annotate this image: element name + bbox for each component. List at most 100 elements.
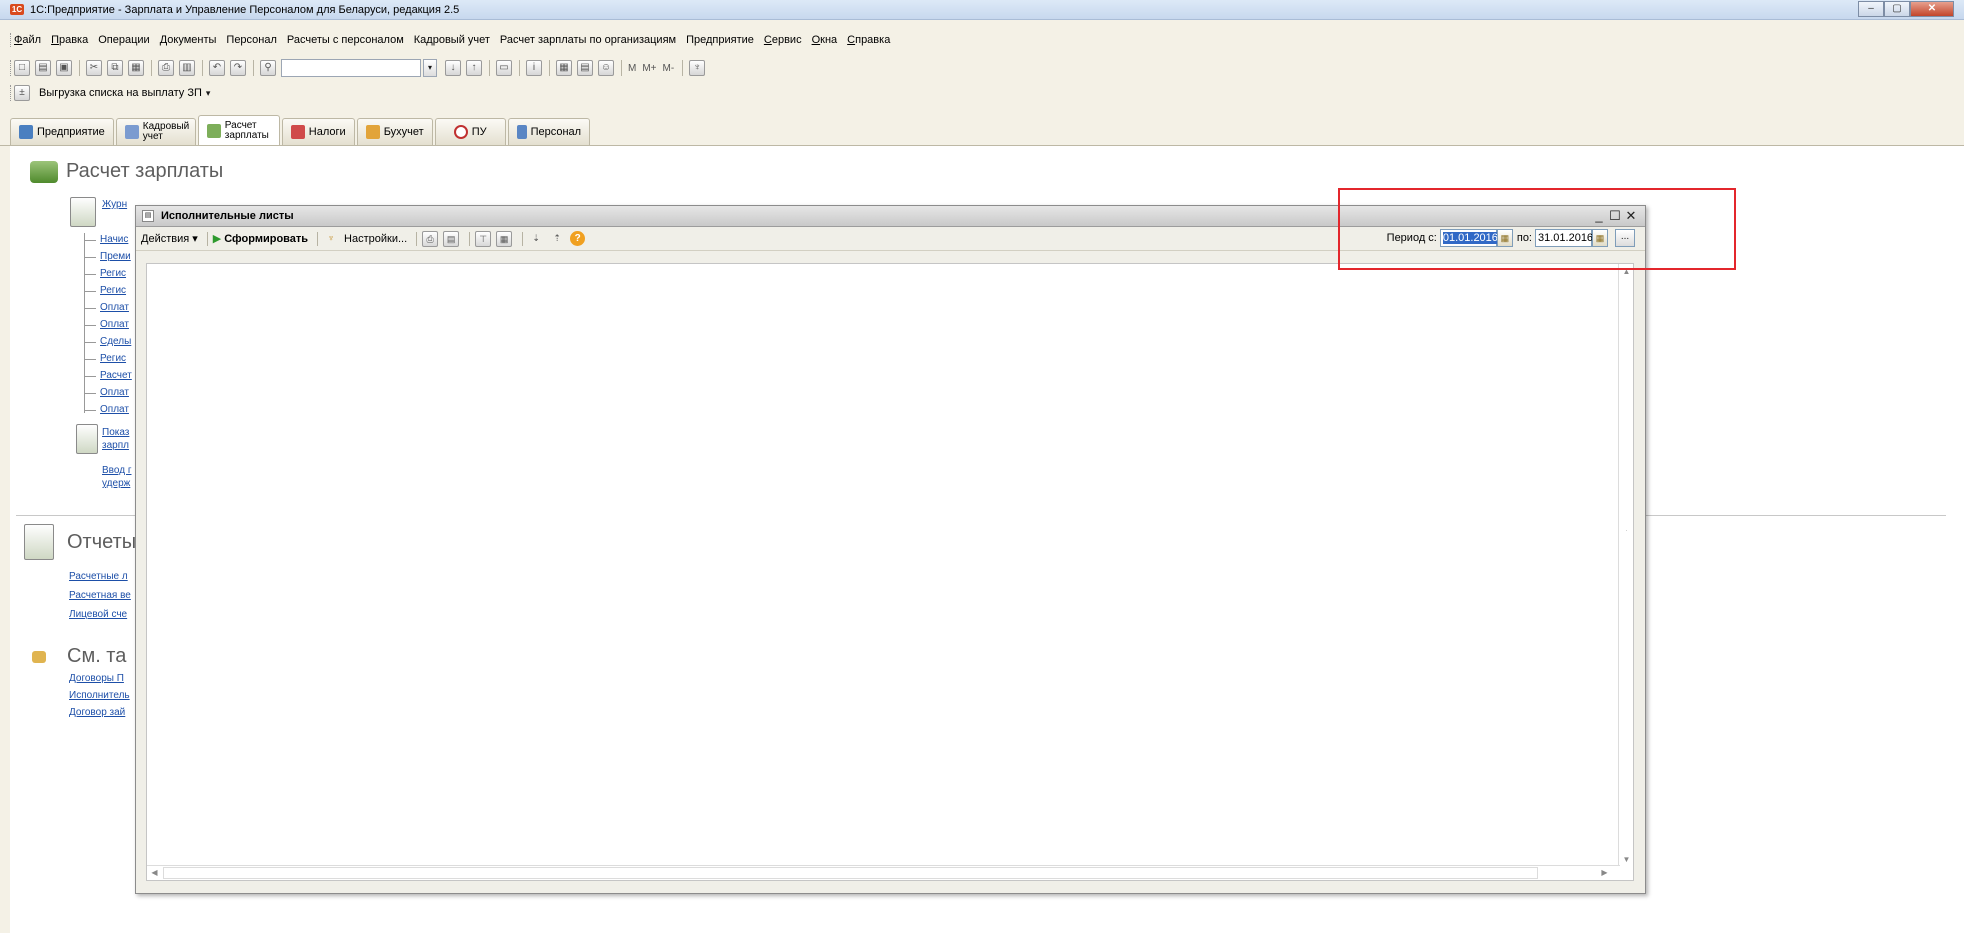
see-link-contracts[interactable]: Договоры П: [69, 673, 124, 684]
tools-icon[interactable]: ♆: [689, 60, 706, 76]
find-next-icon[interactable]: ↓: [445, 60, 461, 76]
tab-payroll[interactable]: Расчет зарплаты: [197, 115, 280, 145]
undo-icon[interactable]: ↶: [209, 60, 225, 76]
calendar-icon[interactable]: ▤: [577, 60, 593, 76]
new-document-icon[interactable]: □: [14, 60, 30, 76]
info-icon[interactable]: i: [526, 60, 542, 76]
tab-enterprise[interactable]: Предприятие: [10, 118, 114, 145]
see-link-loan[interactable]: Договор зай: [69, 707, 125, 718]
menu-service[interactable]: Сервис: [764, 34, 802, 46]
help-icon[interactable]: ?: [570, 231, 586, 246]
memory-m-button[interactable]: M: [628, 63, 636, 74]
tree-link-bonus[interactable]: Преми: [100, 251, 131, 262]
app-logo-icon: 1С: [10, 4, 24, 15]
collapse-icon[interactable]: ⇡: [549, 231, 565, 247]
scroll-thumb-icon[interactable]: ·: [1619, 524, 1634, 539]
menu-personnel[interactable]: Персонал: [226, 34, 277, 46]
tab-pu[interactable]: ПУ: [434, 118, 506, 145]
close-button[interactable]: ✕: [1910, 1, 1954, 17]
memory-minus-button[interactable]: M-: [663, 63, 675, 74]
tree-link-register-2[interactable]: Регис: [100, 285, 126, 296]
indicators-link-2[interactable]: зарпл: [102, 440, 129, 451]
vertical-scrollbar[interactable]: ▲ · ▼: [1618, 264, 1633, 867]
tab-personnel[interactable]: Персонал: [507, 118, 591, 145]
memory-plus-button[interactable]: M+: [642, 63, 656, 74]
settings-button[interactable]: Настройки...: [344, 233, 407, 245]
scroll-left-icon[interactable]: ◀: [147, 866, 162, 881]
tab-accounting[interactable]: Бухучет: [356, 118, 433, 145]
scroll-down-icon[interactable]: ▼: [1619, 852, 1634, 867]
report-link-payslips[interactable]: Расчетные л: [69, 571, 128, 582]
expand-icon[interactable]: ⇣: [528, 231, 544, 247]
generate-button[interactable]: Сформировать: [224, 233, 308, 245]
payroll-money-icon: [30, 161, 58, 183]
modal-title: Исполнительные листы: [161, 210, 294, 222]
export-toolbar: ± Выгрузка списка на выплату ЗП ▾: [14, 83, 210, 103]
menu-windows[interactable]: Окна: [812, 34, 838, 46]
tree-link-payment-2[interactable]: Оплат: [100, 319, 129, 330]
menu-payroll-by-org[interactable]: Расчет зарплаты по организациям: [500, 34, 676, 46]
tree-link-register-3[interactable]: Регис: [100, 353, 126, 364]
copy-icon[interactable]: ⧉: [107, 60, 123, 76]
minimize-button[interactable]: –: [1858, 1, 1884, 17]
menu-help[interactable]: Справка: [847, 34, 890, 46]
menu-hr-records[interactable]: Кадровый учет: [414, 34, 490, 46]
paste-icon[interactable]: ▦: [128, 60, 144, 76]
menu-operations[interactable]: Операции: [98, 34, 149, 46]
tree-link-accruals[interactable]: Начис: [100, 234, 128, 245]
report-link-account[interactable]: Лицевой сче: [69, 609, 127, 620]
scroll-right-icon[interactable]: ▶: [1597, 866, 1612, 881]
menu-enterprise[interactable]: Предприятие: [686, 34, 754, 46]
search-icon[interactable]: ⚲: [260, 60, 276, 76]
horizontal-scroll-track[interactable]: [163, 867, 1538, 879]
indicators-link[interactable]: Показ: [102, 427, 129, 438]
report-spreadsheet[interactable]: ▲ · ▼ ◀ ▶: [146, 263, 1634, 881]
window-list-icon[interactable]: ▭: [496, 60, 512, 76]
open-folder-icon[interactable]: ▤: [35, 60, 51, 76]
input-link-2[interactable]: удерж: [102, 478, 130, 489]
journal-link[interactable]: Журн: [102, 199, 127, 210]
horizontal-scrollbar[interactable]: ◀ ▶: [147, 865, 1620, 880]
play-icon[interactable]: ▶: [213, 232, 221, 245]
print-settings-icon[interactable]: ⎙: [422, 230, 439, 247]
search-combo-dropdown[interactable]: ▾: [423, 59, 437, 77]
tree-branch: [84, 257, 96, 258]
tree-link-payment-3[interactable]: Оплат: [100, 387, 129, 398]
export-list-icon[interactable]: ±: [14, 85, 30, 101]
actions-menu[interactable]: Действия ▾: [141, 232, 198, 245]
menu-documents[interactable]: Документы: [160, 34, 217, 46]
see-link-executive[interactable]: Исполнитель: [69, 690, 130, 701]
tab-taxes[interactable]: Налоги: [281, 118, 355, 145]
save-icon[interactable]: ▣: [56, 60, 72, 76]
period-highlight-box: [1338, 188, 1736, 270]
table-view-icon[interactable]: ▦: [496, 230, 513, 247]
filter-icon[interactable]: ⊤: [475, 230, 492, 247]
tree-link-register-1[interactable]: Регис: [100, 268, 126, 279]
print-preview-icon[interactable]: ▥: [179, 60, 195, 76]
tree-link-payment-1[interactable]: Оплат: [100, 302, 129, 313]
menu-settlements[interactable]: Расчеты с персоналом: [287, 34, 404, 46]
settings-icon[interactable]: ♆: [323, 231, 339, 247]
report-link-statement[interactable]: Расчетная ве: [69, 590, 131, 601]
search-combo-input[interactable]: [281, 59, 421, 77]
see-also-icon: [32, 651, 46, 663]
export-payout-list-button[interactable]: Выгрузка списка на выплату ЗП: [39, 87, 202, 99]
menu-edit[interactable]: Правка: [51, 34, 88, 46]
toolbar2-grip: [10, 85, 12, 101]
input-link[interactable]: Ввод г: [102, 465, 131, 476]
chevron-down-icon[interactable]: ▾: [206, 88, 211, 99]
menu-file[interactable]: Файл: [14, 34, 41, 46]
users-icon[interactable]: ☺: [598, 60, 614, 76]
cut-icon[interactable]: ✂: [86, 60, 102, 76]
tree-link-piecework[interactable]: Сделы: [100, 336, 131, 347]
redo-icon[interactable]: ↷: [230, 60, 246, 76]
calculator-icon[interactable]: ▦: [556, 60, 572, 76]
print-icon[interactable]: ⎙: [158, 60, 174, 76]
toolbar-separator: [151, 60, 152, 76]
report-header-icon[interactable]: ▤: [443, 230, 460, 247]
tree-link-payment-4[interactable]: Оплат: [100, 404, 129, 415]
tab-hr-records[interactable]: Кадровый учет: [115, 118, 196, 145]
maximize-button[interactable]: ▢: [1884, 1, 1910, 17]
find-prev-icon[interactable]: ↑: [466, 60, 482, 76]
tree-link-calculation[interactable]: Расчет: [100, 370, 132, 381]
